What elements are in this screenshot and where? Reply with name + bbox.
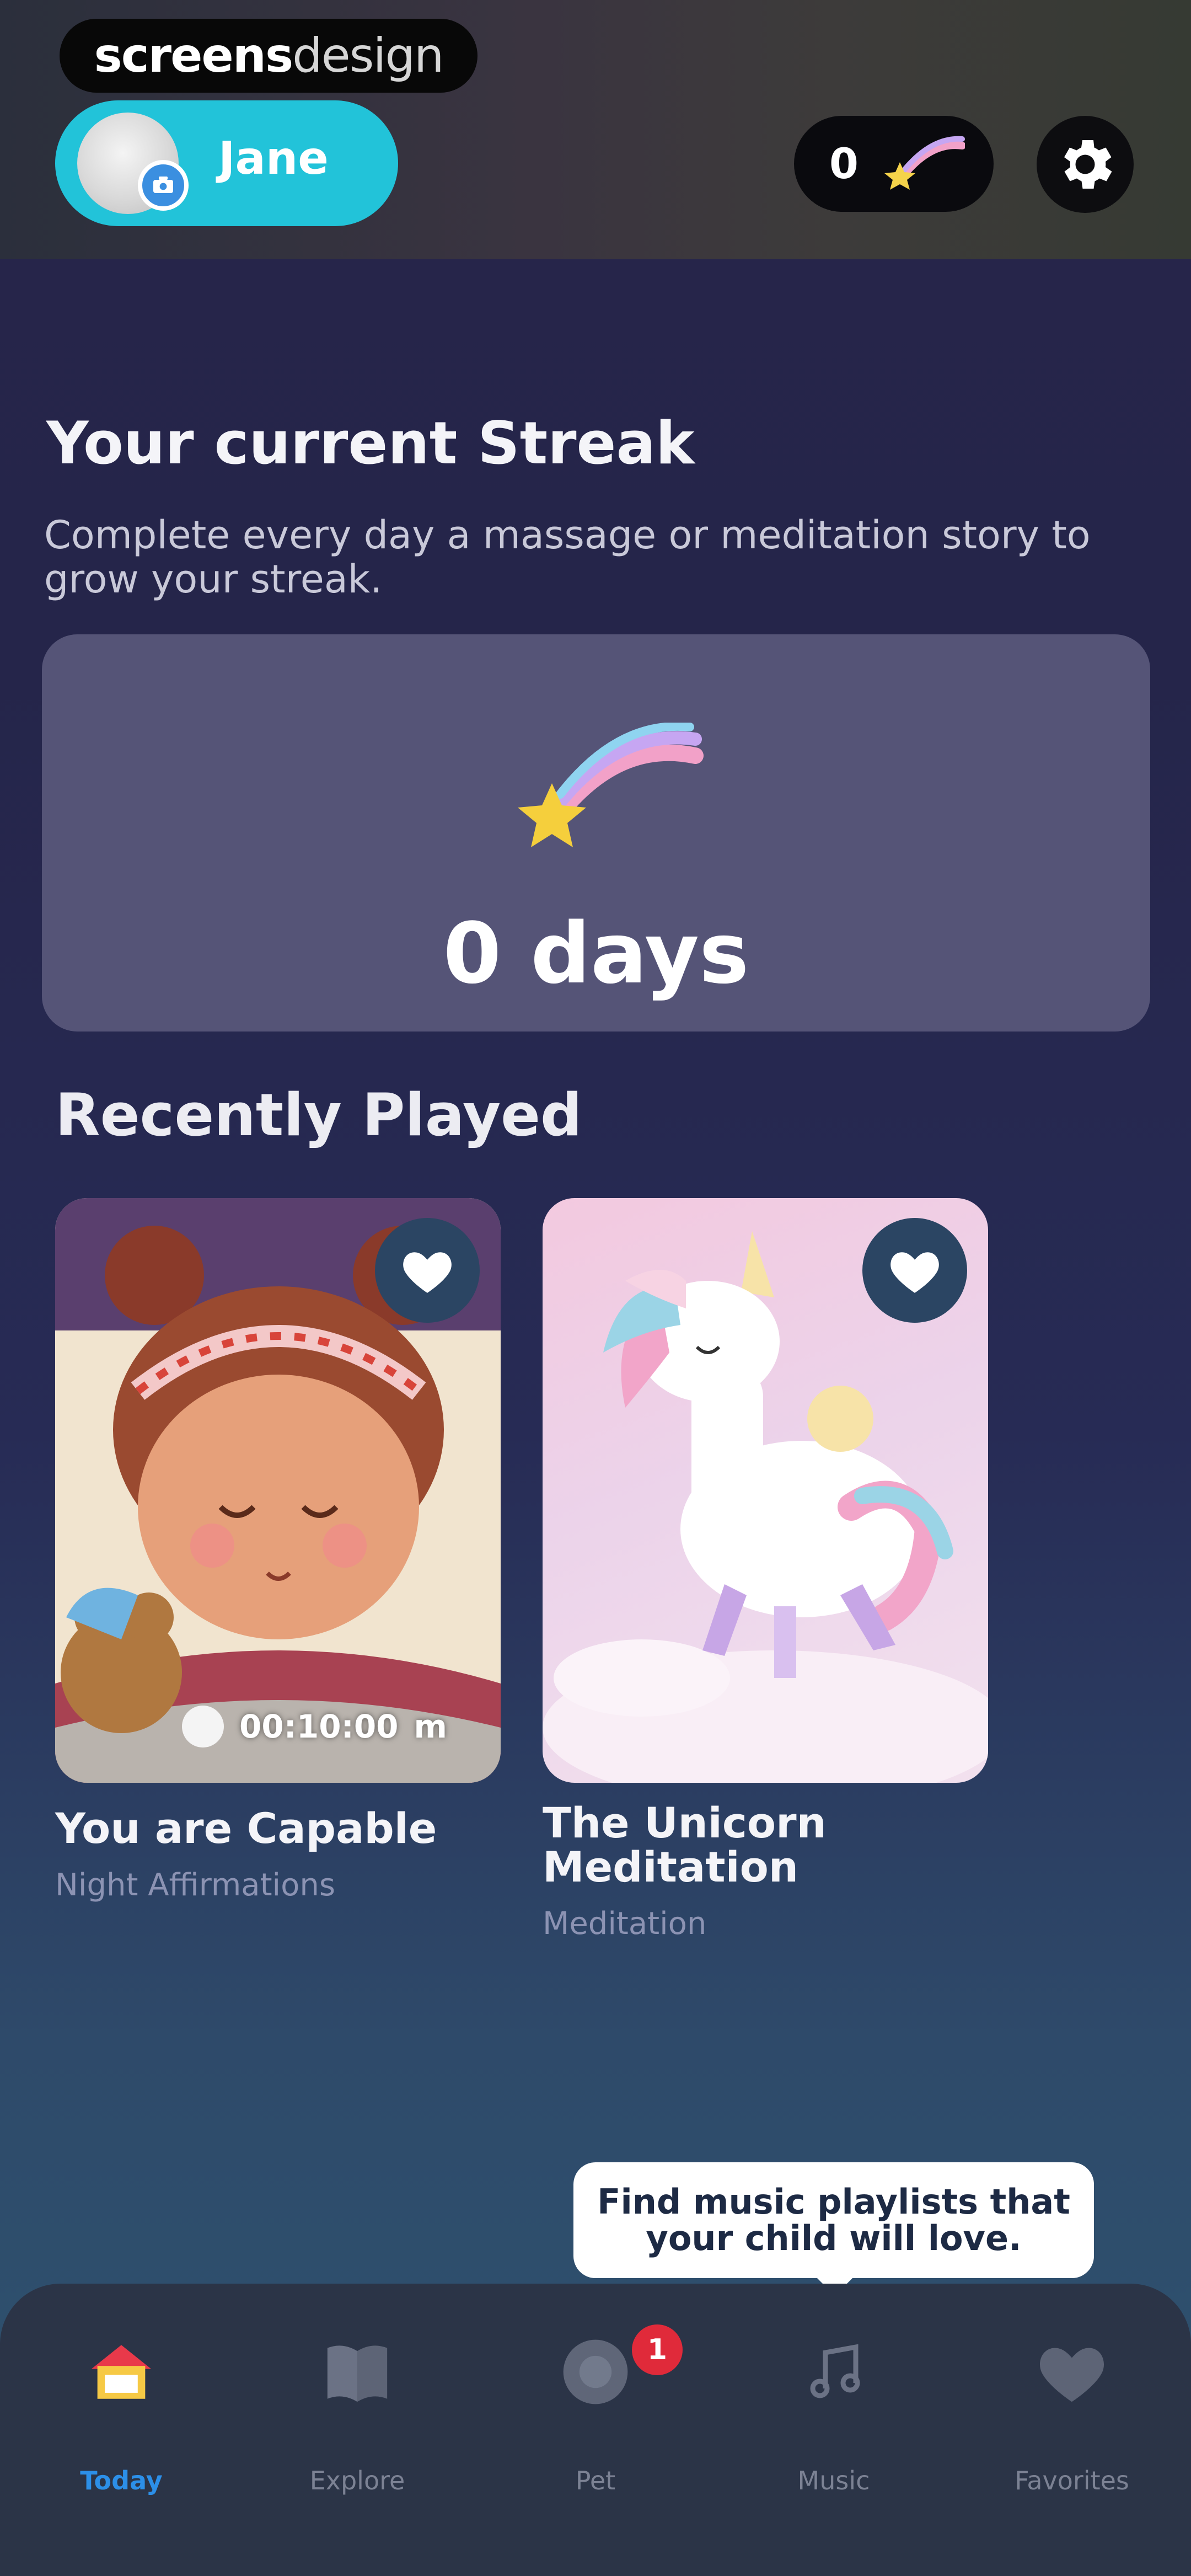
tab-label: Explore (309, 2466, 405, 2495)
music-tooltip[interactable]: Find music playlists that your child wil… (573, 2162, 1094, 2278)
card-subtitle: Night Affirmations (55, 1867, 336, 1903)
book-icon (319, 2333, 396, 2411)
tab-label: Favorites (1015, 2466, 1129, 2495)
house-icon (83, 2333, 160, 2411)
settings-button[interactable] (1037, 116, 1134, 213)
clock-icon (182, 1706, 224, 1747)
recently-played-title: Recently Played (55, 1081, 582, 1149)
tab-label: Today (80, 2466, 163, 2495)
heart-icon (890, 1252, 939, 1293)
card-subtitle: Meditation (543, 1906, 707, 1942)
streak-subtitle: Complete every day a massage or meditati… (44, 512, 1091, 602)
screensdesign-watermark: screens design (60, 19, 478, 93)
tab-music[interactable]: Music (715, 2333, 953, 2532)
tab-favorites[interactable]: Favorites (953, 2333, 1191, 2532)
recent-card-you-are-capable[interactable]: 00:10:00 m (55, 1198, 501, 1783)
shooting-star-icon (884, 136, 965, 190)
streak-title: Your current Streak (46, 409, 695, 477)
stars-count: 0 (829, 139, 859, 188)
duration-text: 00:10:00 (239, 1708, 399, 1745)
streak-card: 0 days (42, 634, 1150, 1032)
card-title: You are Capable (55, 1804, 437, 1853)
card-title: The Unicorn Meditation (543, 1798, 827, 1891)
recent-card-unicorn-meditation[interactable] (543, 1198, 988, 1783)
profile-name: Jane (218, 132, 329, 185)
tab-label: Pet (575, 2466, 616, 2495)
bottom-tab-bar: Today Explore Pet Music Favorites (0, 2284, 1191, 2576)
edit-avatar-icon[interactable] (138, 160, 189, 211)
tab-explore[interactable]: Explore (238, 2333, 476, 2532)
heart-icon (403, 1252, 452, 1293)
favorite-button[interactable] (375, 1218, 480, 1323)
duration-indicator: 00:10:00 m (182, 1706, 447, 1747)
gear-icon (1064, 140, 1112, 189)
profile-button[interactable]: Jane (55, 100, 398, 226)
music-note-icon (795, 2333, 872, 2411)
pet-icon (557, 2333, 634, 2411)
notification-badge: 1 (632, 2324, 683, 2375)
tab-label: Music (797, 2466, 870, 2495)
streak-days: 0 days (443, 905, 749, 1002)
favorite-button[interactable] (862, 1218, 967, 1323)
heart-icon (1033, 2333, 1110, 2411)
shooting-star-icon (518, 723, 704, 847)
duration-unit: m (414, 1708, 447, 1745)
stars-counter[interactable]: 0 (794, 116, 994, 212)
tab-today[interactable]: Today (2, 2333, 240, 2532)
